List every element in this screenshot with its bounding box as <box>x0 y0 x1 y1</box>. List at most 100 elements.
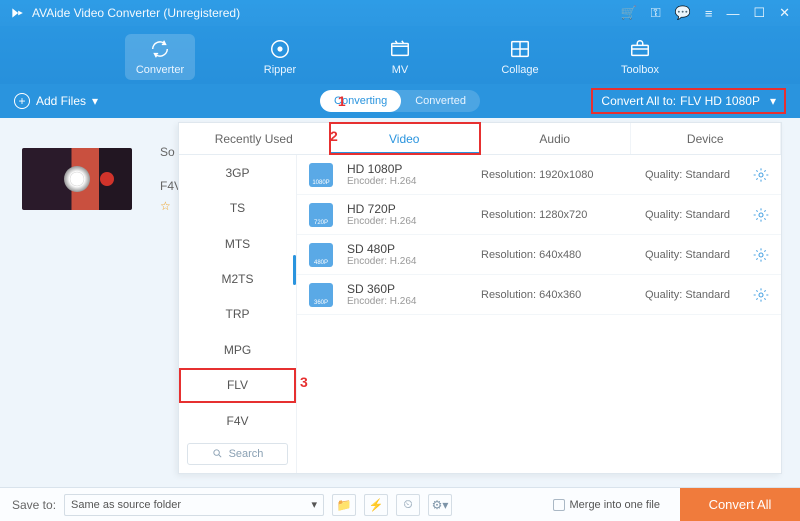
app-title: AVAide Video Converter (Unregistered) <box>32 6 621 20</box>
format-category-tabs: Recently Used Video Audio Device <box>179 123 781 155</box>
tab-converting[interactable]: Converting <box>320 90 401 112</box>
bottom-bar: Save to: Same as source folder ▾ 📁 ⚡ ⏲ ⚙… <box>0 488 800 521</box>
resolution-badge-icon <box>309 203 333 227</box>
resolution-badge-icon <box>309 163 333 187</box>
tab-recently-used[interactable]: Recently Used <box>179 123 330 154</box>
feedback-icon[interactable]: 💬 <box>675 5 691 21</box>
profile-name: HD 1080P <box>347 162 467 176</box>
gear-icon[interactable] <box>753 167 769 183</box>
add-files-label: Add Files <box>36 94 86 108</box>
task-schedule-button[interactable]: ⏲ <box>396 494 420 516</box>
settings-dropdown[interactable]: ⚙▾ <box>428 494 452 516</box>
format-ts[interactable]: TS <box>179 190 296 225</box>
nav-ripper[interactable]: Ripper <box>245 38 315 76</box>
profile-sd-360p[interactable]: SD 360PEncoder: H.264 Resolution: 640x36… <box>297 275 781 315</box>
enhance-button[interactable]: ⚡ <box>364 494 388 516</box>
minimize-icon[interactable]: — <box>726 6 739 21</box>
profile-quality: Quality: Standard <box>645 169 739 181</box>
convert-all-to-dropdown[interactable]: Convert All to: FLV HD 1080P ▾ <box>591 88 786 114</box>
maximize-icon[interactable]: ☐ <box>753 5 765 21</box>
disc-icon <box>269 38 291 60</box>
profile-resolution: Resolution: 1280x720 <box>481 209 631 221</box>
open-folder-button[interactable]: 📁 <box>332 494 356 516</box>
app-logo-icon <box>10 6 24 20</box>
tab-device[interactable]: Device <box>631 123 782 154</box>
profile-encoder: Encoder: H.264 <box>347 216 467 227</box>
nav-label: Collage <box>501 64 538 76</box>
nav-toolbox[interactable]: Toolbox <box>605 38 675 76</box>
title-bar: AVAide Video Converter (Unregistered) 🛒 … <box>0 0 800 26</box>
merge-checkbox[interactable]: Merge into one file <box>553 499 661 511</box>
add-files-button[interactable]: + Add Files ▾ <box>14 93 98 109</box>
nav-label: MV <box>392 64 409 76</box>
resolution-badge-icon <box>309 283 333 307</box>
format-search[interactable]: Search <box>187 443 288 466</box>
profile-name: SD 360P <box>347 282 467 296</box>
collage-icon <box>509 38 531 60</box>
profile-list: HD 1080PEncoder: H.264 Resolution: 1920x… <box>297 155 781 473</box>
gear-icon[interactable] <box>753 287 769 303</box>
format-mts[interactable]: MTS <box>179 226 296 261</box>
work-area: So F4V ☆ 2 3 Recently Used Video Audio D… <box>0 118 800 488</box>
highlight-3: 3 <box>300 374 308 390</box>
nav-converter[interactable]: Converter <box>125 34 195 80</box>
profile-quality: Quality: Standard <box>645 289 739 301</box>
convert-all-value: FLV HD 1080P <box>680 94 760 108</box>
profile-quality: Quality: Standard <box>645 209 739 221</box>
close-icon[interactable]: ✕ <box>779 5 790 21</box>
gear-icon[interactable] <box>753 247 769 263</box>
mv-icon <box>389 38 411 60</box>
main-nav: Converter Ripper MV Collage Toolbox <box>0 26 800 84</box>
format-f4v[interactable]: F4V <box>179 403 296 438</box>
nav-label: Toolbox <box>621 64 659 76</box>
search-label: Search <box>229 448 264 460</box>
profile-name: HD 720P <box>347 202 467 216</box>
convert-icon <box>149 38 171 60</box>
menu-icon[interactable]: ≡ <box>705 6 713 21</box>
chevron-down-icon: ▾ <box>312 498 318 511</box>
profile-sd-480p[interactable]: SD 480PEncoder: H.264 Resolution: 640x48… <box>297 235 781 275</box>
profile-encoder: Encoder: H.264 <box>347 296 467 307</box>
profile-name: SD 480P <box>347 242 467 256</box>
convert-all-button[interactable]: Convert All <box>680 488 800 521</box>
save-to-label: Save to: <box>12 498 56 512</box>
tab-video[interactable]: Video <box>330 123 481 154</box>
format-trp[interactable]: TRP <box>179 297 296 332</box>
tab-audio[interactable]: Audio <box>480 123 631 154</box>
profile-resolution: Resolution: 640x360 <box>481 289 631 301</box>
format-dropdown-panel: Recently Used Video Audio Device 3GP TS … <box>178 122 782 474</box>
gear-icon[interactable] <box>753 207 769 223</box>
profile-hd-1080p[interactable]: HD 1080PEncoder: H.264 Resolution: 1920x… <box>297 155 781 195</box>
format-flv[interactable]: FLV <box>179 368 296 403</box>
format-m2ts[interactable]: M2TS <box>179 261 296 296</box>
highlight-2: 2 <box>330 128 338 144</box>
highlight-1: 1 <box>338 93 346 109</box>
video-thumbnail[interactable] <box>22 148 132 210</box>
convert-all-label: Convert All to: <box>601 94 676 108</box>
chevron-down-icon: ▾ <box>770 94 776 108</box>
profile-resolution: Resolution: 640x480 <box>481 249 631 261</box>
nav-mv[interactable]: MV <box>365 38 435 76</box>
format-mpg[interactable]: MPG <box>179 332 296 367</box>
chevron-down-icon: ▾ <box>92 94 98 108</box>
merge-label: Merge into one file <box>570 499 661 511</box>
profile-encoder: Encoder: H.264 <box>347 256 467 267</box>
save-folder-value: Same as source folder <box>71 499 181 511</box>
checkbox-icon <box>553 499 565 511</box>
cart-icon[interactable]: 🛒 <box>621 5 637 21</box>
sub-toolbar: + Add Files ▾ Converting Converted 1 Con… <box>0 84 800 118</box>
tab-converted[interactable]: Converted <box>401 90 480 112</box>
profile-quality: Quality: Standard <box>645 249 739 261</box>
search-icon <box>212 448 223 459</box>
key-icon[interactable]: ⚿ <box>651 5 661 21</box>
save-folder-select[interactable]: Same as source folder ▾ <box>64 494 324 516</box>
toolbox-icon <box>629 38 651 60</box>
resolution-badge-icon <box>309 243 333 267</box>
profile-resolution: Resolution: 1920x1080 <box>481 169 631 181</box>
nav-collage[interactable]: Collage <box>485 38 555 76</box>
profile-encoder: Encoder: H.264 <box>347 176 467 187</box>
profile-hd-720p[interactable]: HD 720PEncoder: H.264 Resolution: 1280x7… <box>297 195 781 235</box>
selection-indicator <box>293 255 296 285</box>
nav-label: Ripper <box>264 64 296 76</box>
format-3gp[interactable]: 3GP <box>179 155 296 190</box>
